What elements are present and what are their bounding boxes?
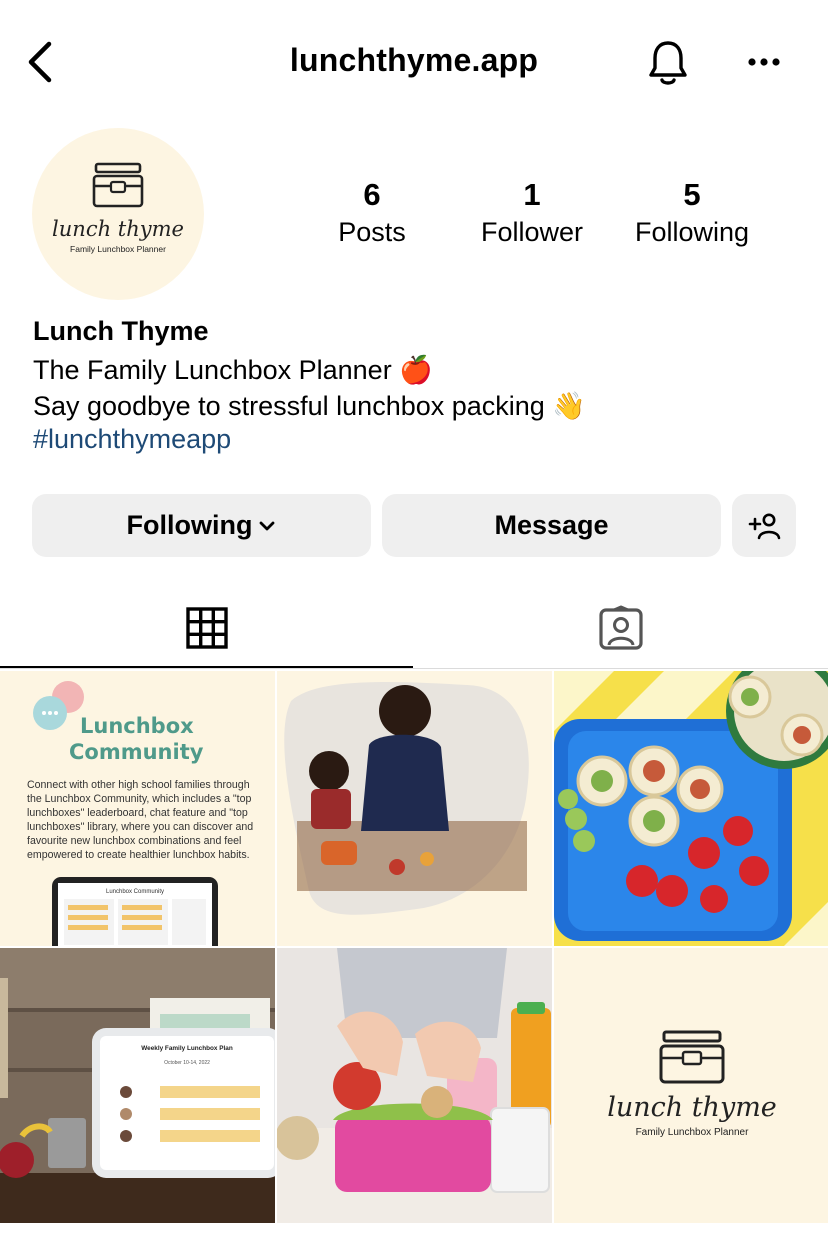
post1-body-3: lunchboxes" leaderboard, chat feature an… [27,807,248,819]
notifications-button[interactable] [640,36,696,90]
suggested-accounts-button[interactable] [732,494,796,557]
bell-icon [649,41,687,85]
post-wraps-strawberries[interactable] [554,671,828,946]
tab-tagged[interactable] [413,590,828,666]
bio-line-1: The Family Lunchbox Planner 🍎 [33,355,433,385]
bio-hashtag-link[interactable]: #lunchthymeapp [33,424,231,455]
profile-username: lunchthyme.app [289,42,539,78]
add-person-icon [748,513,781,539]
post1-body-6: empowered to create healthier lunchbox h… [27,849,250,861]
post-mother-child-packing[interactable] [277,671,552,946]
chevron-down-icon [260,521,275,530]
tagged-icon [598,605,643,650]
post-weekly-plan-tablet[interactable]: Weekly Family Lunchbox Plan October 10-1… [0,948,275,1223]
post-lunchbox-community[interactable]: Lunchbox Community Connect with other hi… [0,671,275,946]
post1-body-1: Connect with other high school families … [27,779,250,791]
following-button[interactable]: Following [32,494,371,557]
following-button-label: Following [126,510,253,540]
post1-body-2: the Lunchbox Community, which includes a… [27,793,251,805]
post-brand-logo[interactable]: lunch thyme Family Lunchbox Planner [554,948,828,1223]
stat-followers-label: Follower [480,217,584,247]
post1-body-4: lunchboxes" library, where you can disco… [27,821,253,833]
post4-screen-title: Weekly Family Lunchbox Plan [141,1045,233,1052]
stat-following-label: Following [634,217,750,247]
stat-followers[interactable]: 1 Follower [457,176,607,250]
tab-posts-grid[interactable] [0,590,413,666]
post6-wordmark: lunch thyme [607,1092,777,1123]
post4-screen-date: October 10-14, 2022 [164,1060,210,1066]
profile-avatar[interactable]: lunch thyme Family Lunchbox Planner [32,128,204,300]
lunchbox-logo: lunch thyme Family Lunchbox Planner [52,162,184,254]
stat-posts[interactable]: 6 Posts [297,176,447,250]
stat-following-value: 5 [683,177,701,212]
message-button-label: Message [494,510,609,540]
tab-divider [0,668,828,669]
more-options-button[interactable] [738,40,790,84]
message-button[interactable]: Message [382,494,721,557]
post6-tagline: Family Lunchbox Planner [636,1127,750,1138]
tab-active-indicator [0,666,413,668]
bio-line-2: Say goodbye to stressful lunchbox packin… [33,391,586,421]
grid-icon [185,607,228,649]
avatar-wordmark: lunch thyme [52,217,184,241]
avatar-tagline: Family Lunchbox Planner [70,244,166,254]
stat-following[interactable]: 5 Following [617,176,767,250]
ellipsis-icon [748,58,780,66]
post-packing-lunchbox[interactable] [277,948,552,1223]
profile-display-name: Lunch Thyme [33,316,209,346]
stat-followers-value: 1 [523,177,541,212]
post1-screen-title: Lunchbox Community [106,889,164,895]
post1-title-1: Lunchbox [80,714,194,738]
stat-posts-label: Posts [338,217,406,247]
post1-body-5: favourite new lunchbox combinations and … [27,835,241,847]
post1-title-2: Community [69,740,204,764]
stat-posts-value: 6 [363,177,381,212]
